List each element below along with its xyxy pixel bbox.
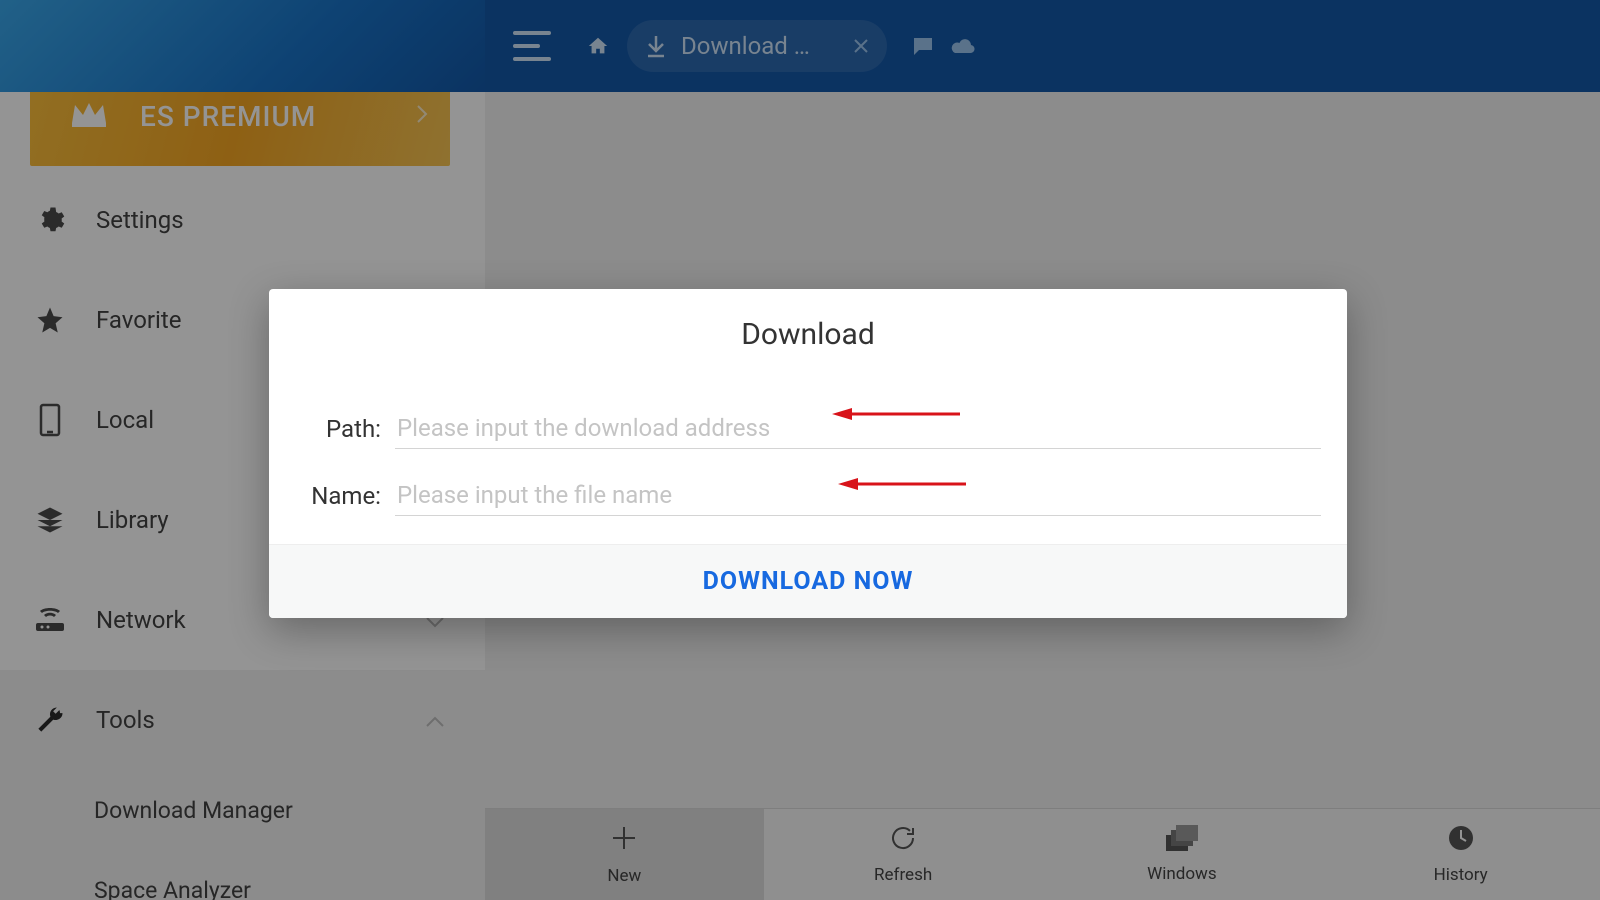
- field-name: Name:: [295, 475, 1321, 516]
- annotation-arrow-icon: [832, 406, 962, 422]
- name-label: Name:: [295, 482, 381, 510]
- dialog-footer: DOWNLOAD NOW: [269, 544, 1347, 618]
- path-label: Path:: [295, 415, 381, 443]
- download-dialog: Download Path: Name: DOWNLOAD NOW: [269, 289, 1347, 618]
- field-path: Path:: [295, 408, 1321, 449]
- download-now-button[interactable]: DOWNLOAD NOW: [703, 567, 914, 596]
- app-root: ES PREMIUM Settings Favorite Local: [0, 0, 1600, 900]
- dialog-title: Download: [269, 289, 1347, 372]
- annotation-arrow-icon: [838, 476, 968, 492]
